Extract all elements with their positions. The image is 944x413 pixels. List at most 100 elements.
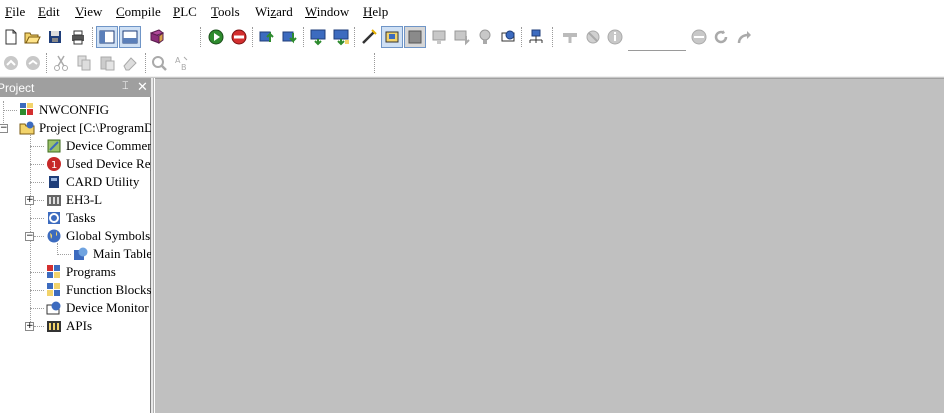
tree-connector xyxy=(57,254,71,255)
project-view-icon[interactable] xyxy=(96,26,118,48)
tree-item-used-device-report[interactable]: 1 Used Device Report xyxy=(46,155,151,173)
menu-view[interactable]: View xyxy=(75,4,102,20)
global-symbols-icon xyxy=(46,228,62,244)
menu-compile[interactable]: Compile xyxy=(116,4,161,20)
menu-edit[interactable]: Edit xyxy=(38,4,60,20)
menu-help[interactable]: Help xyxy=(363,4,388,20)
erase-icon[interactable] xyxy=(120,53,140,73)
tree-connector xyxy=(30,218,44,219)
tree-item-device-comment[interactable]: Device Comment xyxy=(46,137,151,155)
copy-icon[interactable] xyxy=(74,53,94,73)
save-icon[interactable] xyxy=(45,27,65,47)
eh3-icon xyxy=(46,192,62,208)
tree-expander[interactable]: + xyxy=(25,196,34,205)
svg-text:1: 1 xyxy=(51,160,57,171)
panel-splitter[interactable] xyxy=(151,78,154,413)
minus-icon[interactable] xyxy=(689,27,709,47)
device-comment-icon xyxy=(46,138,62,154)
toolbar-separator xyxy=(145,53,146,73)
tree-item-eh3-l[interactable]: EH3-L xyxy=(46,191,102,209)
toolbar-separator xyxy=(252,27,253,47)
toolbar-separator xyxy=(200,27,201,47)
open-folder-icon[interactable] xyxy=(22,27,42,47)
function-blocks-icon xyxy=(46,282,62,298)
tree-item-programs[interactable]: Programs xyxy=(46,263,116,281)
project-panel-title: Project xyxy=(0,81,35,95)
menu-bar: File Edit View Compile PLC Tools Wizard … xyxy=(0,0,944,22)
tree-expander[interactable]: − xyxy=(0,124,8,133)
close-icon[interactable]: ✕ xyxy=(137,79,148,95)
project-tree: − + − + NWCONFIG Project [C:\ProgramData… xyxy=(0,97,151,413)
monitor-icon[interactable] xyxy=(331,27,351,47)
menu-plc[interactable]: PLC xyxy=(173,4,197,20)
wand-icon[interactable] xyxy=(359,27,379,47)
menu-file[interactable]: File xyxy=(5,4,25,20)
pin-icon[interactable]: ⌶ xyxy=(122,80,129,93)
plc-icon[interactable] xyxy=(429,27,449,47)
tree-connector xyxy=(30,290,44,291)
refresh-icon[interactable] xyxy=(711,27,731,47)
upload-icon[interactable] xyxy=(257,27,277,47)
project-panel: Project ⌶ ✕ − + − + NWCONFIG Project [C:… xyxy=(0,78,151,413)
toolbar-separator xyxy=(92,27,93,47)
replace-icon[interactable]: AB xyxy=(172,53,192,73)
menu-wizard[interactable]: Wizard xyxy=(255,4,293,20)
card-utility-icon xyxy=(46,174,62,190)
arrow-icon[interactable] xyxy=(734,27,754,47)
menu-tools[interactable]: Tools xyxy=(211,4,240,20)
download-icon[interactable] xyxy=(280,27,300,47)
tree-item-device-monitor[interactable]: Device Monitor Table xyxy=(46,299,151,317)
lightbulb-icon[interactable] xyxy=(475,27,495,47)
tree-connector xyxy=(30,182,44,183)
zoom-in-icon[interactable] xyxy=(1,53,21,73)
tree-expander[interactable]: + xyxy=(25,322,34,331)
tree-connector xyxy=(34,326,44,327)
mdi-workspace xyxy=(155,78,944,413)
tree-connector xyxy=(3,110,17,111)
info-icon[interactable] xyxy=(605,27,625,47)
zoom-out-icon[interactable] xyxy=(23,53,43,73)
device-monitor-tool-icon[interactable] xyxy=(498,27,518,47)
compile-icon[interactable] xyxy=(308,27,328,47)
tree-item-card-utility[interactable]: CARD Utility xyxy=(46,173,139,191)
tree-expander[interactable]: − xyxy=(25,232,34,241)
tree-item-nwconfig[interactable]: NWCONFIG xyxy=(19,101,109,119)
stop-icon[interactable] xyxy=(229,27,249,47)
find-icon[interactable] xyxy=(149,53,169,73)
main-table-icon xyxy=(73,246,89,262)
programs-icon xyxy=(46,264,62,280)
device-monitor-icon xyxy=(46,300,62,316)
tree-item-apis[interactable]: APIs xyxy=(46,317,92,335)
tree-connector xyxy=(30,146,44,147)
toolbar-separator xyxy=(521,27,522,47)
tree-item-function-blocks[interactable]: Function Blocks xyxy=(46,281,151,299)
tree-connector xyxy=(30,272,44,273)
toolbar-separator xyxy=(374,53,375,73)
tree-item-main-table[interactable]: Main Table xyxy=(73,245,151,263)
gauge-icon[interactable] xyxy=(583,27,603,47)
online-monitor-icon[interactable] xyxy=(452,27,472,47)
menu-window[interactable]: Window xyxy=(305,4,349,20)
run-icon[interactable] xyxy=(206,27,226,47)
network-icon[interactable] xyxy=(526,27,546,47)
paste-icon[interactable] xyxy=(97,53,117,73)
print-icon[interactable] xyxy=(68,27,88,47)
tree-item-tasks[interactable]: Tasks xyxy=(46,209,95,227)
device-icon[interactable] xyxy=(404,26,426,48)
disabled-tool-icon[interactable] xyxy=(560,27,580,47)
edit-toolbar: AB xyxy=(0,51,944,76)
cut-icon[interactable] xyxy=(51,53,71,73)
new-file-icon[interactable] xyxy=(1,27,21,47)
tree-connector xyxy=(30,308,44,309)
main-toolbar: 10 ▲ ▼ xyxy=(0,23,944,70)
toolbar-separator xyxy=(303,27,304,47)
tree-item-project[interactable]: Project [C:\ProgramData xyxy=(19,119,151,137)
tree-connector xyxy=(30,164,44,165)
comm-settings-icon[interactable] xyxy=(381,26,403,48)
nwconfig-icon xyxy=(19,102,35,118)
toolbar-separator xyxy=(354,27,355,47)
output-window-icon[interactable] xyxy=(119,26,141,48)
book-icon[interactable] xyxy=(147,27,167,47)
toolbar-separator xyxy=(46,53,47,73)
tree-item-global-symbols[interactable]: Global Symbols xyxy=(46,227,150,245)
